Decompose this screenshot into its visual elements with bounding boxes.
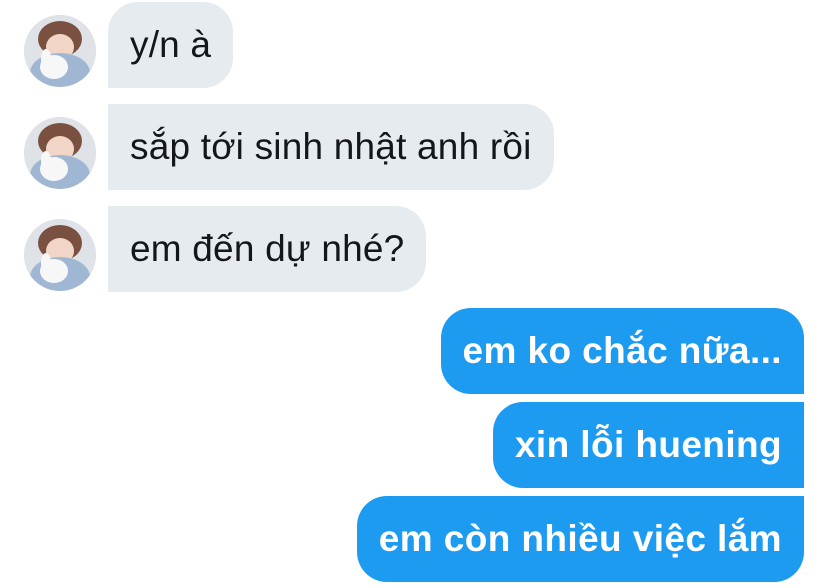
avatar-image <box>24 15 96 87</box>
message-text: xin lỗi huening <box>514 424 782 465</box>
message-text: y/n à <box>130 24 212 65</box>
avatar[interactable] <box>24 15 96 87</box>
outgoing-message-bubble[interactable]: xin lỗi huening <box>492 402 804 488</box>
avatar-image <box>24 117 96 189</box>
avatar[interactable] <box>24 117 96 189</box>
incoming-message-bubble[interactable]: y/n à <box>108 2 234 88</box>
outgoing-message-bubble[interactable]: em ko chắc nữa... <box>440 308 804 394</box>
avatar[interactable] <box>24 219 96 291</box>
message-text: em ko chắc nữa... <box>462 330 782 371</box>
incoming-message-bubble[interactable]: em đến dự nhé? <box>108 206 427 292</box>
message-text: em còn nhiều việc lắm <box>378 518 782 559</box>
incoming-message-bubble[interactable]: sắp tới sinh nhật anh rồi <box>108 104 554 190</box>
message-text: em đến dự nhé? <box>130 228 405 269</box>
outgoing-message-bubble[interactable]: em còn nhiều việc lắm <box>356 496 804 582</box>
avatar-image <box>24 219 96 291</box>
message-text: sắp tới sinh nhật anh rồi <box>130 126 532 167</box>
